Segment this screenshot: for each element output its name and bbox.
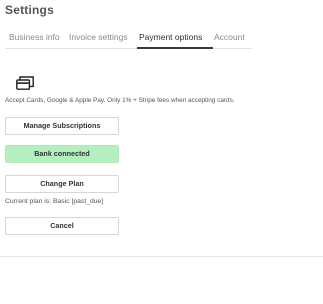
current-plan-text: Current plan is: Basic [past_due] <box>5 198 104 205</box>
page-title: Settings <box>5 3 54 17</box>
tab-business-info[interactable]: Business info <box>9 32 60 42</box>
bank-connected-button[interactable]: Bank connected <box>5 145 119 163</box>
payment-description: Accept Cards, Google & Apple Pay. Only 1… <box>5 97 235 104</box>
settings-tabs: Business info Invoice settings Payment o… <box>5 30 252 49</box>
tab-payment-options[interactable]: Payment options <box>139 32 202 42</box>
active-tab-indicator <box>137 47 213 49</box>
divider <box>0 256 323 257</box>
tab-invoice-settings[interactable]: Invoice settings <box>69 32 128 42</box>
tab-account[interactable]: Account <box>214 32 245 42</box>
credit-cards-icon <box>16 76 34 90</box>
change-plan-button[interactable]: Change Plan <box>5 175 119 193</box>
cancel-button[interactable]: Cancel <box>5 217 119 235</box>
manage-subscriptions-button[interactable]: Manage Subscriptions <box>5 117 119 135</box>
